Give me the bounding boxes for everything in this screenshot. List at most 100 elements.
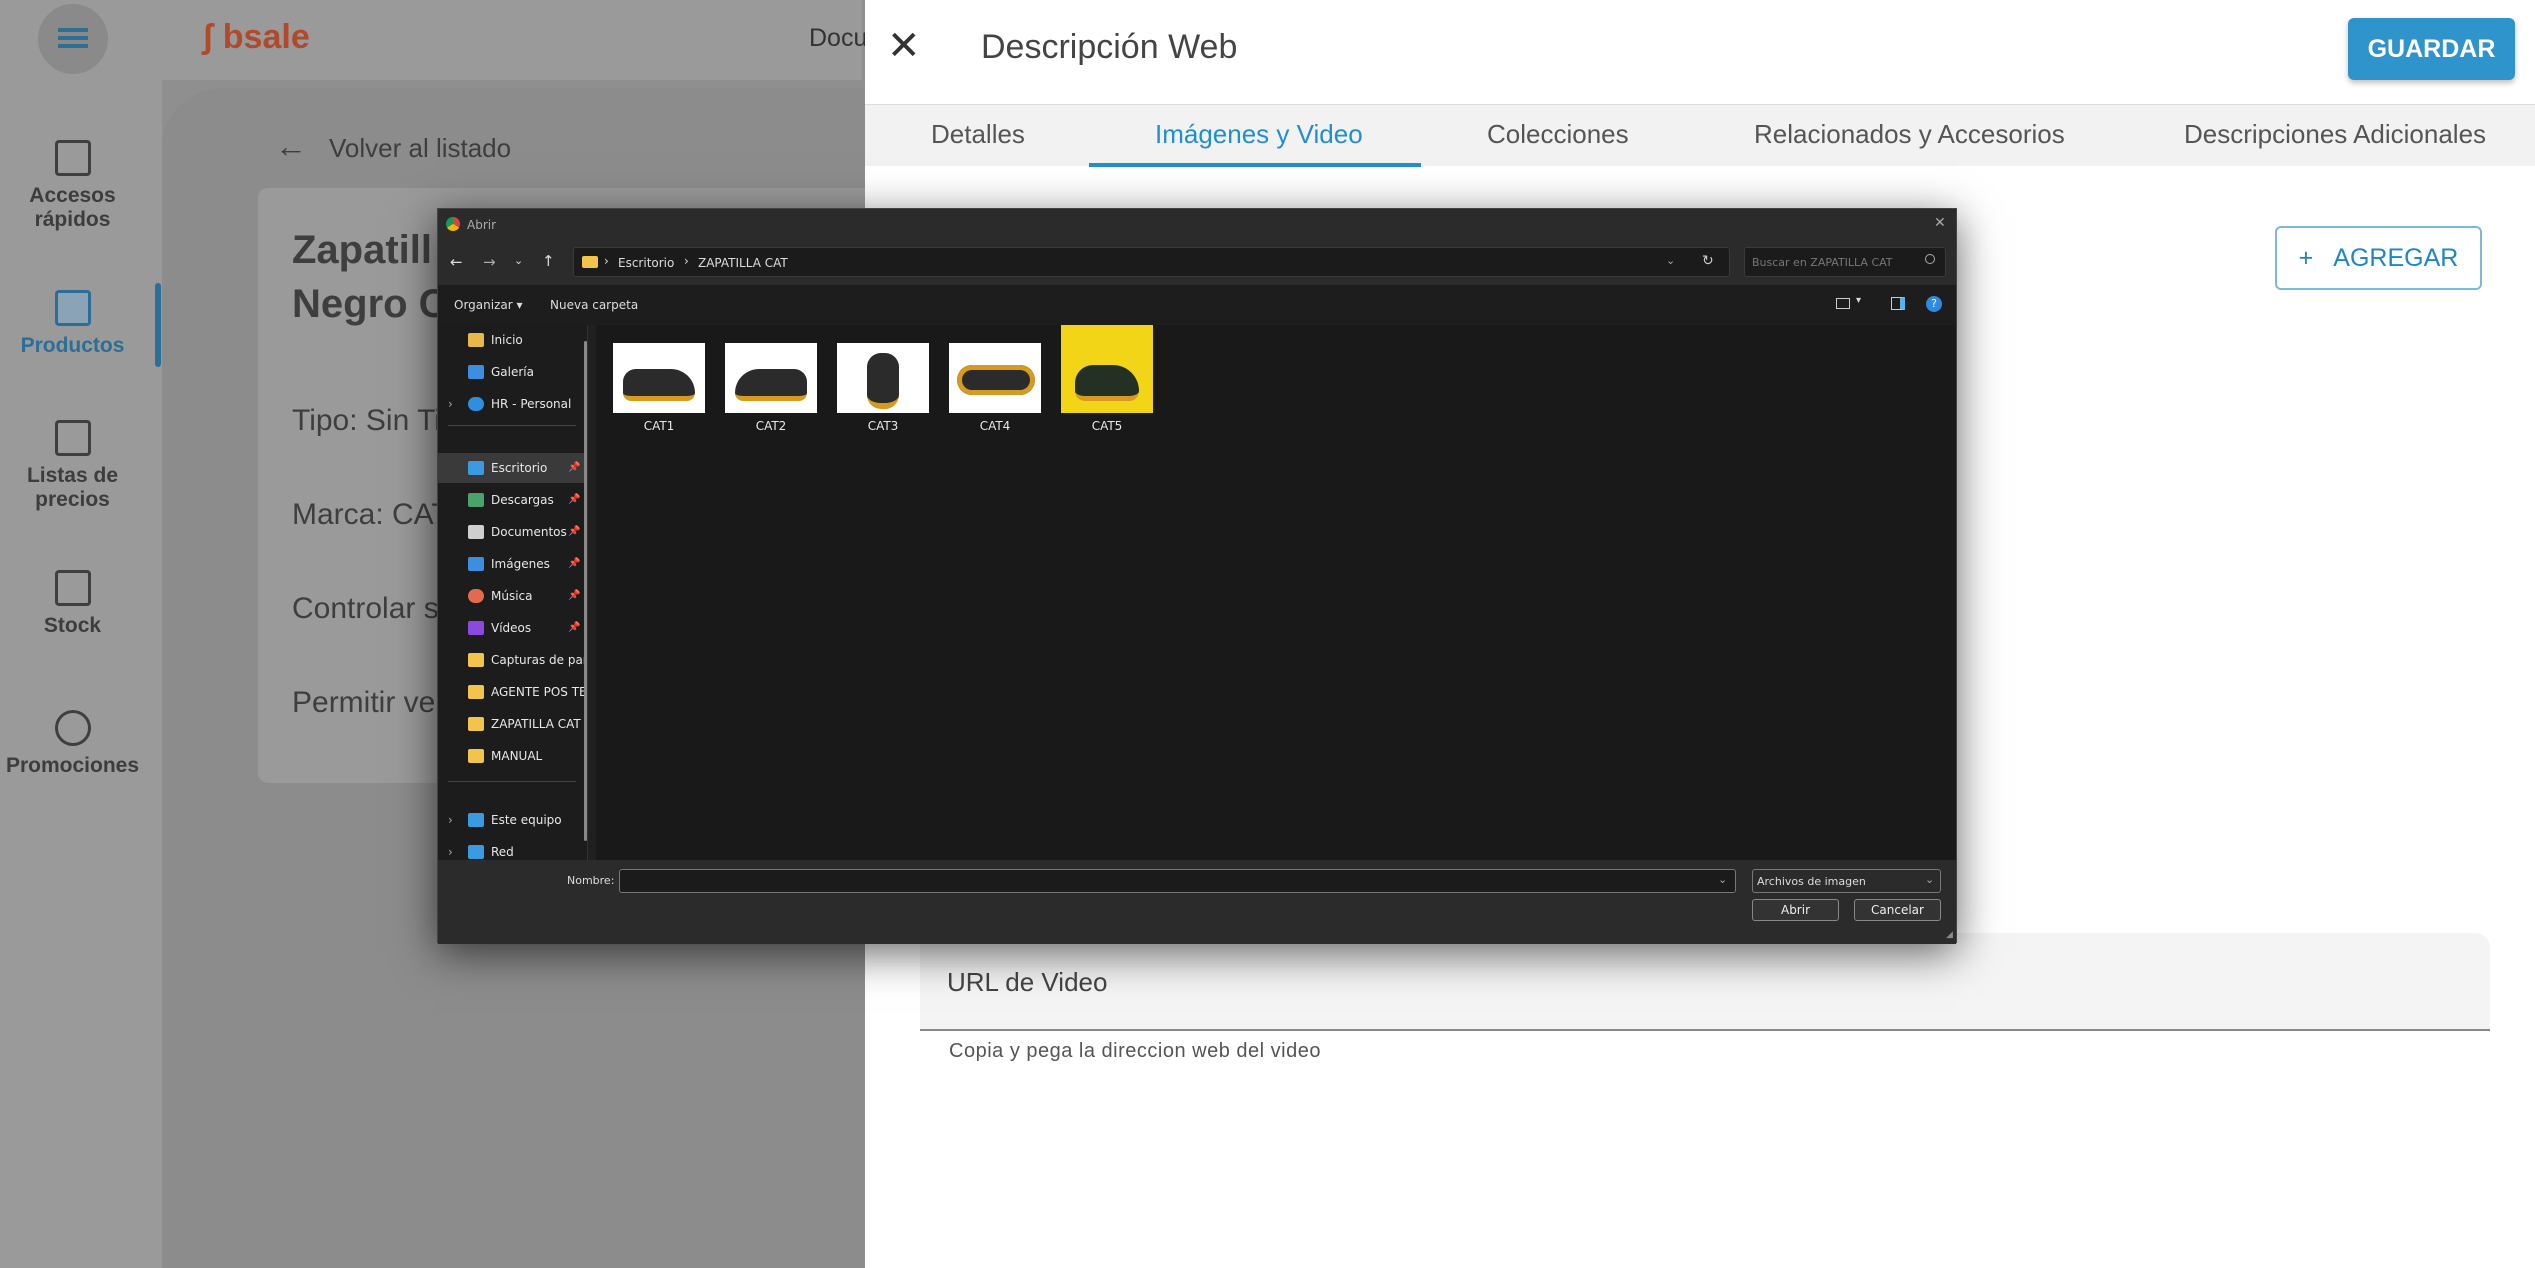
- shoe-image: [867, 353, 899, 409]
- cancel-button[interactable]: Cancelar: [1854, 899, 1941, 921]
- nav-stock[interactable]: Stock: [0, 570, 145, 638]
- pictures-icon: [468, 557, 484, 571]
- file-item[interactable]: CAT3: [836, 343, 930, 433]
- add-image-button[interactable]: + AGREGAR: [2275, 226, 2482, 290]
- nav-accesos-rapidos[interactable]: Accesos rápidos: [0, 140, 145, 232]
- products-icon: [54, 290, 91, 326]
- tab-imagenes-y-video[interactable]: Imágenes y Video: [1155, 119, 1363, 150]
- field-marca: Marca: CAT: [292, 498, 450, 531]
- search-box[interactable]: Buscar en ZAPATILLA CAT: [1744, 247, 1946, 277]
- tab-detalles[interactable]: Detalles: [931, 119, 1025, 150]
- organize-button[interactable]: Organizar ▾: [454, 298, 523, 312]
- save-button[interactable]: GUARDAR: [2348, 18, 2515, 80]
- shoe-image: [735, 369, 807, 401]
- file-item[interactable]: CAT1: [612, 343, 706, 433]
- view-dropdown-icon[interactable]: ▾: [1856, 295, 1861, 306]
- refresh-icon[interactable]: ↻: [1702, 253, 1714, 269]
- nav-videos[interactable]: Vídeos 📌: [438, 613, 587, 643]
- document-icon: [468, 525, 484, 539]
- file-item[interactable]: CAT5: [1060, 325, 1154, 433]
- shoe-image: [957, 365, 1035, 395]
- path-segment-zapatilla-cat[interactable]: ZAPATILLA CAT: [698, 256, 788, 270]
- nav-scrollbar[interactable]: [584, 341, 587, 841]
- pin-icon: 📌: [568, 622, 581, 633]
- nav-imagenes[interactable]: Imágenes 📌: [438, 549, 587, 579]
- file-item[interactable]: CAT4: [948, 343, 1042, 433]
- dialog-footer: Nombre: ⌄ Archivos de imagen ⌄ Abrir Can…: [438, 860, 1956, 944]
- dialog-titlebar[interactable]: Abrir ✕: [438, 209, 1956, 241]
- nav-zapatilla-cat[interactable]: ZAPATILLA CAT: [438, 709, 587, 739]
- new-folder-button[interactable]: Nueva carpeta: [550, 298, 638, 312]
- up-arrow-icon[interactable]: ↑: [542, 252, 555, 270]
- nav-divider: [448, 425, 576, 426]
- nav-manual[interactable]: MANUAL: [438, 741, 587, 771]
- back-arrow-icon[interactable]: ←: [450, 253, 463, 271]
- topbar-menu-text[interactable]: Docu: [809, 24, 867, 53]
- file-type-dropdown-icon: ⌄: [1925, 873, 1935, 886]
- path-separator: ›: [684, 254, 689, 268]
- product-title-line1: Zapatill: [292, 228, 433, 272]
- pin-icon: 📌: [568, 590, 581, 601]
- recent-dropdown-icon[interactable]: ⌄: [514, 254, 523, 267]
- nav-agente-pos[interactable]: AGENTE POS TE: [438, 677, 587, 707]
- open-file-dialog: Abrir ✕ ← → ⌄ ↑ › Escritorio › ZAPATILLA…: [437, 208, 1957, 944]
- path-dropdown-icon[interactable]: ⌄: [1666, 254, 1675, 267]
- nav-inicio[interactable]: Inicio: [438, 325, 587, 355]
- file-type-select[interactable]: Archivos de imagen ⌄: [1752, 869, 1941, 893]
- nav-galeria[interactable]: Galería: [438, 357, 587, 387]
- nav-hr-personal[interactable]: › HR - Personal: [438, 389, 587, 419]
- nav-descargas[interactable]: Descargas 📌: [438, 485, 587, 515]
- bsale-logo-icon: ʃ: [202, 18, 214, 56]
- dialog-close-icon[interactable]: ✕: [1934, 215, 1946, 231]
- nav-capturas[interactable]: Capturas de par: [438, 645, 587, 675]
- nav-escritorio[interactable]: Escritorio 📌: [438, 453, 587, 483]
- expand-icon: ›: [448, 397, 453, 411]
- help-icon[interactable]: ?: [1926, 296, 1942, 312]
- video-url-field[interactable]: URL de Video: [920, 933, 2490, 1031]
- nav-red[interactable]: › Red: [438, 837, 587, 860]
- file-item[interactable]: CAT2: [724, 343, 818, 433]
- nav-productos[interactable]: Productos: [0, 290, 145, 358]
- pin-icon: 📌: [568, 462, 581, 473]
- nav-promociones[interactable]: Promociones: [0, 710, 145, 778]
- resize-grip-icon[interactable]: ◢: [1946, 930, 1953, 940]
- box-icon: [54, 570, 91, 606]
- field-controlar-stock: Controlar s: [292, 592, 439, 625]
- filename-input[interactable]: ⌄: [619, 869, 1736, 893]
- tab-relacionados-y-accesorios[interactable]: Relacionados y Accesorios: [1754, 119, 2065, 150]
- search-icon: [1925, 254, 1935, 264]
- view-mode-icon[interactable]: [1836, 298, 1850, 309]
- tab-descripciones-adicionales[interactable]: Descripciones Adicionales: [2184, 119, 2486, 150]
- back-link[interactable]: ← Volver al listado: [275, 128, 511, 165]
- left-navigation: Accesos rápidos Productos Listas de prec…: [0, 0, 162, 1268]
- preview-pane-icon[interactable]: [1891, 297, 1905, 310]
- command-bar: Organizar ▾ Nueva carpeta ▾ ?: [438, 285, 1956, 325]
- panel-header: ✕ Descripción Web GUARDAR: [865, 0, 2535, 104]
- address-path[interactable]: › Escritorio › ZAPATILLA CAT ⌄ ↻: [573, 247, 1730, 277]
- video-icon: [468, 621, 484, 635]
- nav-listas-de-precios[interactable]: Listas de precios: [0, 420, 145, 512]
- image-thumbnail: [613, 343, 705, 413]
- computer-icon: [468, 813, 484, 827]
- address-bar-row: ← → ⌄ ↑ › Escritorio › ZAPATILLA CAT ⌄ ↻…: [438, 241, 1956, 285]
- nav-divider: [448, 781, 576, 782]
- shoe-image: [623, 369, 695, 401]
- open-button[interactable]: Abrir: [1752, 899, 1839, 921]
- filename-dropdown-icon[interactable]: ⌄: [1718, 873, 1727, 886]
- nav-musica[interactable]: Música 📌: [438, 581, 587, 611]
- pin-icon: 📌: [568, 558, 581, 569]
- file-list: CAT1 CAT2 CAT3 CAT4 CAT5: [596, 325, 1956, 860]
- path-segment-escritorio[interactable]: Escritorio: [618, 256, 674, 270]
- folder-icon: [582, 256, 598, 268]
- tab-colecciones[interactable]: Colecciones: [1487, 119, 1629, 150]
- price-list-icon: [54, 420, 91, 456]
- forward-arrow-icon[interactable]: →: [483, 253, 496, 271]
- video-url-help: Copia y pega la direccion web del video: [949, 1040, 1321, 1062]
- image-thumbnail: [949, 343, 1041, 413]
- nav-este-equipo[interactable]: › Este equipo: [438, 805, 587, 835]
- brand-logo[interactable]: ʃ bsale: [202, 18, 310, 57]
- menu-button[interactable]: [38, 4, 108, 74]
- nav-documentos[interactable]: Documentos 📌: [438, 517, 587, 547]
- close-icon[interactable]: ✕: [887, 22, 921, 70]
- navigation-pane: Inicio Galería › HR - Personal Escritorio…: [438, 325, 588, 860]
